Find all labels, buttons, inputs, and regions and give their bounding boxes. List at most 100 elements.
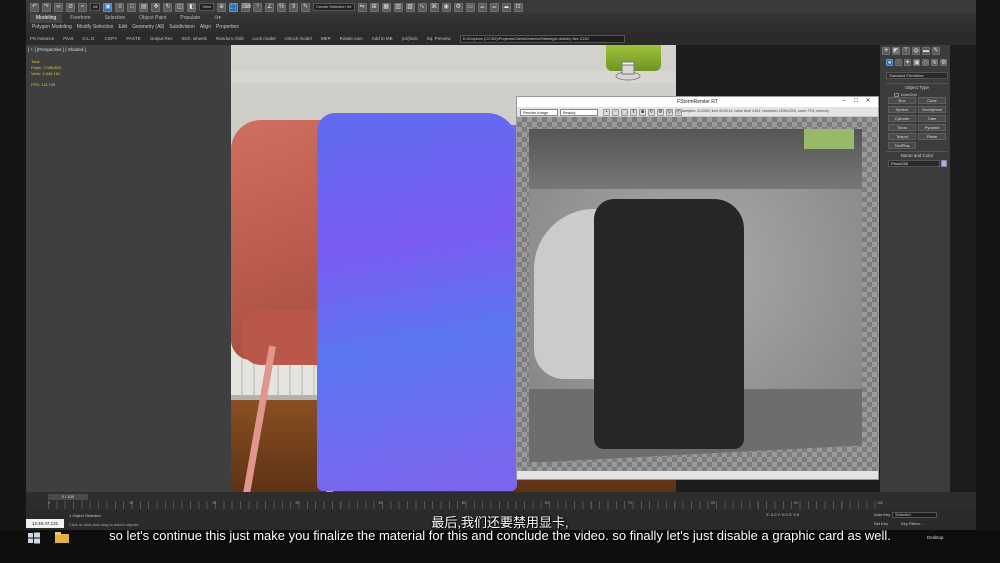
object-type-rollout[interactable]: Object Type (886, 83, 948, 91)
settings-icon[interactable]: ⚙ (657, 109, 664, 116)
viewport-left-area[interactable]: [ + ] [Perspective ] [ Shaded ] Total Po… (26, 45, 231, 492)
geosphere-button[interactable]: GeoSphere (918, 106, 946, 113)
cmd-random-child[interactable]: Random child (216, 36, 244, 41)
sphere-button[interactable]: Sphere (888, 106, 916, 113)
redo-icon[interactable]: ↷ (42, 2, 51, 12)
material-editor-icon[interactable]: ◉ (441, 2, 451, 12)
cmd-glo[interactable]: G.L.O. (82, 36, 95, 41)
unlink-icon[interactable]: ⊘ (66, 2, 75, 12)
pivot-center-icon[interactable]: ⊕ (217, 2, 227, 12)
pause-icon[interactable]: ‖ (630, 109, 637, 116)
refresh-icon[interactable]: ↻ (648, 109, 655, 116)
align-icon[interactable]: ⊞ (369, 2, 379, 12)
render-production-icon[interactable]: ☕ (477, 2, 487, 12)
named-selection-sets-select[interactable]: Create Selection Se (313, 3, 355, 11)
placement-icon[interactable]: ◧ (187, 2, 197, 12)
cmd-output-res[interactable]: Output Res (150, 36, 173, 41)
graphite-toggle-icon[interactable]: ▧ (405, 2, 415, 12)
cmd-mep[interactable]: MEP (321, 36, 331, 41)
spacewarps-icon[interactable]: ≋ (931, 59, 938, 66)
percent-snap-icon[interactable]: % (277, 2, 287, 12)
lights-icon[interactable]: ✦ (904, 59, 911, 66)
hierarchy-tab-icon[interactable]: ⊤ (902, 47, 910, 55)
cameras-icon[interactable]: ▣ (913, 59, 920, 66)
select-by-name-icon[interactable]: ≡ (115, 2, 125, 12)
cmd-rotate-cam[interactable]: Rotate cam (340, 36, 363, 41)
subdivision-menu[interactable]: Subdivision (169, 23, 195, 32)
rect-region-icon[interactable]: □ (127, 2, 137, 12)
cone-button[interactable]: Cone (918, 97, 946, 104)
schematic-view-icon[interactable]: ⌘ (429, 2, 439, 12)
align-menu[interactable]: Align (200, 23, 211, 32)
history-icon[interactable]: ◴ (675, 109, 682, 116)
mirror-icon[interactable]: ⇋ (357, 2, 367, 12)
cmd-copy[interactable]: COPY (105, 36, 118, 41)
time-slider[interactable]: 0 / 100 (48, 494, 88, 500)
link-icon[interactable]: ∞ (54, 2, 63, 12)
object-name-field[interactable]: Plane258 (888, 160, 940, 167)
create-tab-icon[interactable]: ✳ (882, 47, 890, 55)
keyboard-shortcut-icon[interactable]: ⌨ (241, 2, 251, 12)
tube-button[interactable]: Tube (918, 115, 946, 122)
viewport-label[interactable]: [ + ] [Perspective ] [ Shaded ] (28, 47, 86, 52)
helpers-icon[interactable]: ◇ (922, 59, 929, 66)
rendered-frame-icon[interactable]: ▭ (465, 2, 475, 12)
object-color-swatch[interactable] (941, 160, 947, 167)
properties-menu[interactable]: Properties (216, 23, 239, 32)
cmd-ps-instance[interactable]: PS Instance (30, 36, 54, 41)
tab-selection[interactable]: Selection (99, 14, 132, 23)
stop-icon[interactable]: ■ (639, 109, 646, 116)
render-channel-select[interactable]: Beauty (560, 109, 598, 116)
layer-manager-icon[interactable]: ▥ (393, 2, 403, 12)
torus-button[interactable]: Torus (888, 124, 916, 131)
move-icon[interactable]: ✥ (151, 2, 161, 12)
geometry-menu[interactable]: Geometry (All) (132, 23, 164, 32)
tab-freeform[interactable]: Freeform (64, 14, 96, 23)
motion-tab-icon[interactable]: ◍ (912, 47, 920, 55)
cmd-pivot[interactable]: Pivot (63, 36, 73, 41)
modify-selection-menu[interactable]: Modify Selection (77, 23, 114, 32)
project-path-field[interactable]: D:\Dropbox (CC3D)\Projects\Clients\Inter… (459, 34, 625, 43)
viewcube-icon[interactable] (615, 60, 641, 82)
cmd-sq-preview[interactable]: Sq. Preview (427, 36, 451, 41)
shapes-icon[interactable]: ◌ (895, 59, 902, 66)
render-mode-select[interactable]: Render Image (520, 109, 558, 116)
render-iterative-icon[interactable]: ☕ (489, 2, 499, 12)
render-canvas[interactable] (517, 117, 878, 471)
modify-tab-icon[interactable]: ◩ (892, 47, 900, 55)
region-icon[interactable]: ⬚ (621, 109, 628, 116)
minimize-icon[interactable]: – (840, 98, 848, 105)
cmd-unlock[interactable]: (un)lock (402, 36, 418, 41)
cmd-paste[interactable]: PASTE (126, 36, 140, 41)
undo-icon[interactable]: ↶ (30, 2, 39, 12)
layer-explorer-icon[interactable]: ▦ (381, 2, 391, 12)
display-tab-icon[interactable]: ▬ (922, 47, 930, 55)
edit-menu[interactable]: Edit (118, 23, 127, 32)
tab-populate[interactable]: Populate (174, 14, 206, 23)
utilities-tab-icon[interactable]: ✎ (932, 47, 940, 55)
cmd-lock-model[interactable]: Lock model (253, 36, 276, 41)
cmd-stch-wheels[interactable]: Stch. wheels (182, 36, 208, 41)
a360-render-icon[interactable]: ☁ (501, 2, 511, 12)
rotate-icon[interactable]: ↻ (163, 2, 173, 12)
reference-coord-select[interactable]: View (199, 3, 215, 11)
bind-icon[interactable]: ≈ (78, 2, 87, 12)
scale-icon[interactable]: ◱ (175, 2, 185, 12)
primitive-category-select[interactable]: Standard Primitives (886, 72, 948, 79)
render-setup-icon[interactable]: ⚙ (453, 2, 463, 12)
angle-snap-icon[interactable]: ∠ (265, 2, 275, 12)
selection-filter-select[interactable]: All (90, 3, 101, 11)
box-button[interactable]: Box (888, 97, 916, 104)
close-icon[interactable]: ✕ (864, 98, 872, 105)
tab-object-paint[interactable]: Object Paint (133, 14, 172, 23)
select-manipulate-icon[interactable]: ⬚ (229, 2, 239, 12)
window-crossing-icon[interactable]: ▤ (139, 2, 149, 12)
open-a360-gallery-icon[interactable]: ⊡ (513, 2, 523, 12)
select-object-icon[interactable]: ▣ (103, 2, 113, 12)
teapot-button[interactable]: Teapot (888, 133, 916, 140)
copy-icon[interactable]: ▫ (612, 109, 619, 116)
tab-modeling[interactable]: Modeling (30, 14, 63, 23)
ribbon-options-icon[interactable]: ⊙▾ (208, 14, 227, 23)
maximize-icon[interactable]: □ (852, 98, 860, 105)
snaps-toggle-icon[interactable]: ³ (253, 2, 263, 12)
